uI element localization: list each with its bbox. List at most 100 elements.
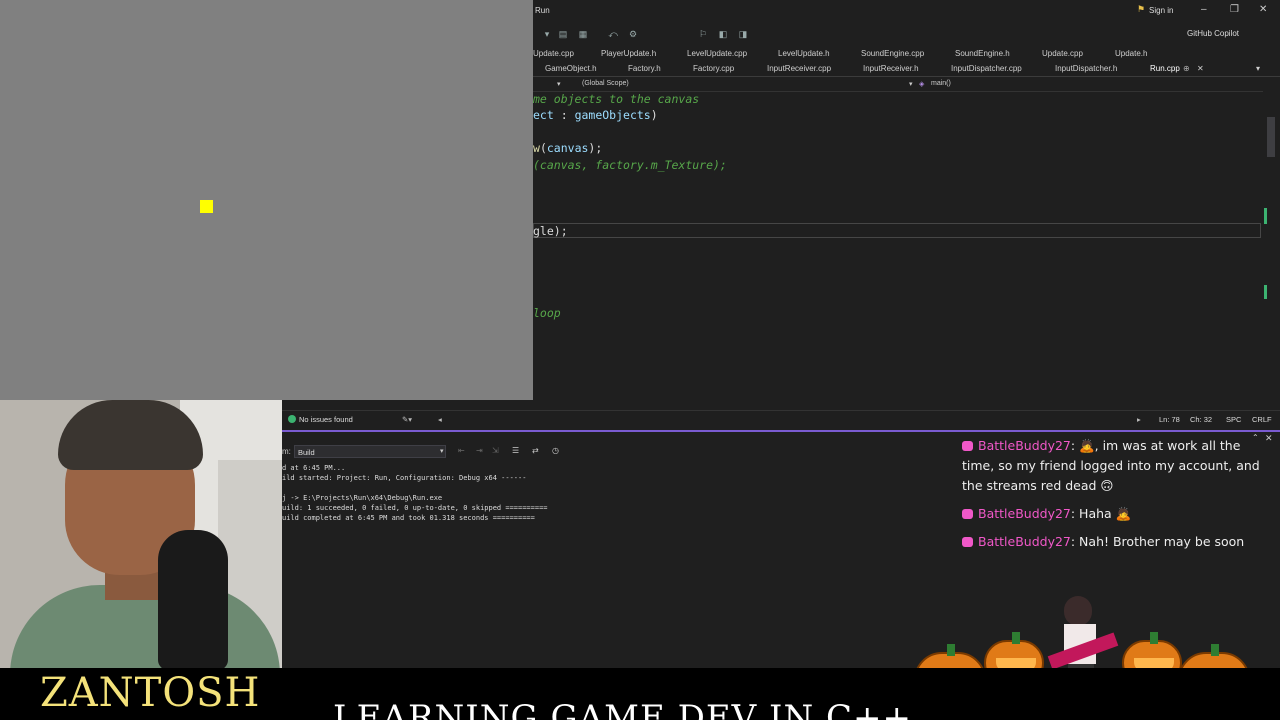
check-icon	[288, 415, 296, 423]
scroll-right-icon[interactable]: ▸	[1137, 415, 1141, 424]
scope-dropdown[interactable]: (Global Scope)	[582, 80, 629, 87]
restore-icon[interactable]: ❐	[1230, 4, 1239, 15]
tab-playerupdate-h[interactable]: PlayerUpdate.h	[601, 49, 656, 58]
tab-levelupdate-h[interactable]: LevelUpdate.h	[778, 49, 830, 58]
code-line-commented-draw: (canvas, factory.m_Texture);	[533, 158, 727, 172]
minimize-icon[interactable]: –	[1201, 4, 1207, 15]
code-token: );	[588, 141, 603, 155]
close-tab-icon[interactable]: ✕	[1197, 64, 1204, 73]
window-title: Run	[535, 6, 550, 15]
output-line: uild completed at 6:45 PM and took 01.31…	[282, 514, 535, 522]
clock-icon[interactable]: ◷	[552, 446, 559, 455]
find-prev-icon[interactable]: ⇤	[458, 446, 465, 455]
issues-status[interactable]: No issues found	[299, 415, 353, 424]
editor-status-bar: No issues found ✎▾ ◂ ▸ Ln: 78 Ch: 32 SPC…	[282, 410, 1280, 427]
debug-icon[interactable]: ⚙	[627, 28, 639, 40]
chat-message: BattleBuddy27: Nah! Brother may be soon	[962, 532, 1262, 552]
code-line-current: gle);	[533, 224, 568, 238]
panel-divider	[282, 430, 1280, 432]
function-dropdown[interactable]: main()	[931, 80, 951, 87]
tab-gameobject-h[interactable]: GameObject.h	[545, 64, 597, 73]
code-line-draw: w(canvas);	[533, 141, 602, 155]
brush-icon[interactable]: ✎▾	[402, 415, 412, 424]
tab-factory-h[interactable]: Factory.h	[628, 64, 661, 73]
chevron-down-icon[interactable]: ▾	[440, 447, 444, 455]
heart-badge-icon	[962, 537, 973, 547]
tab-update-cpp-2[interactable]: Update.cpp	[1042, 49, 1083, 58]
dropdown-arrow-icon[interactable]: ▾	[557, 80, 561, 88]
chat-message: BattleBuddy27: Haha 🙇	[962, 504, 1262, 524]
tab-soundengine-h[interactable]: SoundEngine.h	[955, 49, 1010, 58]
code-token: )	[650, 108, 658, 122]
chat-username: BattleBuddy27	[978, 438, 1071, 453]
account-icon[interactable]: ⚑	[1137, 4, 1145, 15]
bookmark-prev-icon[interactable]: ◧	[717, 28, 729, 40]
title-bar: Run ⚑ Sign in – ❐ ✕	[533, 0, 1280, 22]
pumpkin-stem	[1150, 632, 1158, 644]
code-token: :	[553, 108, 575, 122]
tab-inputreceiver-cpp[interactable]: InputReceiver.cpp	[767, 64, 831, 73]
sign-in-link[interactable]: Sign in	[1149, 6, 1173, 15]
tab-levelupdate-cpp[interactable]: LevelUpdate.cpp	[687, 49, 747, 58]
scrollbar-thumb[interactable]	[1267, 117, 1275, 157]
word-wrap-icon[interactable]: ⇄	[532, 446, 539, 455]
chat-text: : Nah! Brother may be soon	[1070, 534, 1245, 549]
output-text[interactable]: d at 6:45 PM... ild started: Project: Run…	[282, 463, 548, 523]
chat-username: BattleBuddy27	[978, 506, 1071, 521]
document-tabs-row-2: GameObject.h Factory.h Factory.cpp Input…	[533, 61, 1280, 77]
dropdown-arrow-icon[interactable]: ▾	[909, 80, 913, 88]
pumpkin-stem	[1211, 644, 1219, 656]
heart-badge-icon	[962, 509, 973, 519]
bookmark-next-icon[interactable]: ◨	[737, 28, 749, 40]
change-marker	[1264, 285, 1267, 299]
goto-icon[interactable]: ⇲	[492, 446, 499, 455]
chat-text: : Haha 🙇	[1070, 506, 1132, 521]
dropdown-icon[interactable]: ▾	[541, 28, 553, 40]
code-token: (	[539, 141, 547, 155]
layout-icon[interactable]: ▦	[577, 28, 589, 40]
tab-overflow-icon[interactable]: ▾	[1256, 64, 1260, 73]
sprite-hair	[1064, 596, 1092, 626]
code-editor[interactable]: me objects to the canvas ect : gameObjec…	[533, 92, 1263, 407]
scroll-left-icon[interactable]: ◂	[438, 415, 442, 424]
panel-close-icon[interactable]: ✕	[1265, 433, 1273, 444]
output-source-select[interactable]: Build	[294, 445, 446, 458]
tab-factory-cpp[interactable]: Factory.cpp	[693, 64, 734, 73]
tab-inputdispatcher-cpp[interactable]: InputDispatcher.cpp	[951, 64, 1022, 73]
tab-update-h[interactable]: Update.h	[1115, 49, 1147, 58]
vcs-icon[interactable]: ⤺	[607, 28, 619, 40]
line-endings[interactable]: CRLF	[1252, 415, 1272, 424]
tab-update-cpp[interactable]: Update.cpp	[533, 49, 574, 58]
github-copilot-button[interactable]: GitHub Copilot	[1187, 29, 1239, 38]
channel-brand: ZANTOSH	[40, 670, 261, 716]
clear-all-icon[interactable]: ☰	[512, 446, 519, 455]
change-marker	[1264, 208, 1267, 224]
line-number[interactable]: Ln: 78	[1159, 415, 1180, 424]
document-tabs-row-1: Update.cpp PlayerUpdate.h LevelUpdate.cp…	[533, 46, 1280, 61]
stream-banner: ZANTOSH LEARNING GAME DEV IN C++	[0, 668, 1280, 720]
stream-chat-overlay: BattleBuddy27: 🙇, im was at work all the…	[962, 436, 1262, 560]
microphone	[158, 530, 228, 668]
toolbar: ▾ ▤ ▦ ⤺ ⚙ ⚐ ◧ ◨ GitHub Copilot	[533, 22, 1280, 46]
game-canvas-window[interactable]	[0, 0, 533, 400]
output-line: d at 6:45 PM...	[282, 464, 346, 472]
pin-icon[interactable]: ⊕	[1183, 64, 1190, 73]
chat-username: BattleBuddy27	[978, 534, 1071, 549]
close-window-icon[interactable]: ✕	[1259, 4, 1267, 15]
output-line: j -> E:\Projects\Run\x64\Debug\Run.exe	[282, 494, 443, 502]
save-icon[interactable]: ▤	[557, 28, 569, 40]
code-token: ect	[533, 108, 554, 122]
editor-scrollbar[interactable]	[1263, 77, 1280, 407]
find-next-icon[interactable]: ⇥	[476, 446, 483, 455]
tab-run-cpp[interactable]: Run.cpp	[1150, 64, 1180, 73]
column-number[interactable]: Ch: 32	[1190, 415, 1212, 424]
heart-badge-icon	[962, 441, 973, 451]
bookmark-icon[interactable]: ⚐	[697, 28, 709, 40]
tab-inputreceiver-h[interactable]: InputReceiver.h	[863, 64, 919, 73]
tab-soundengine-cpp[interactable]: SoundEngine.cpp	[861, 49, 924, 58]
player-sprite	[200, 200, 213, 213]
code-line-for: ect : gameObjects)	[533, 108, 658, 122]
tab-inputdispatcher-h[interactable]: InputDispatcher.h	[1055, 64, 1117, 73]
indent-mode[interactable]: SPC	[1226, 415, 1241, 424]
